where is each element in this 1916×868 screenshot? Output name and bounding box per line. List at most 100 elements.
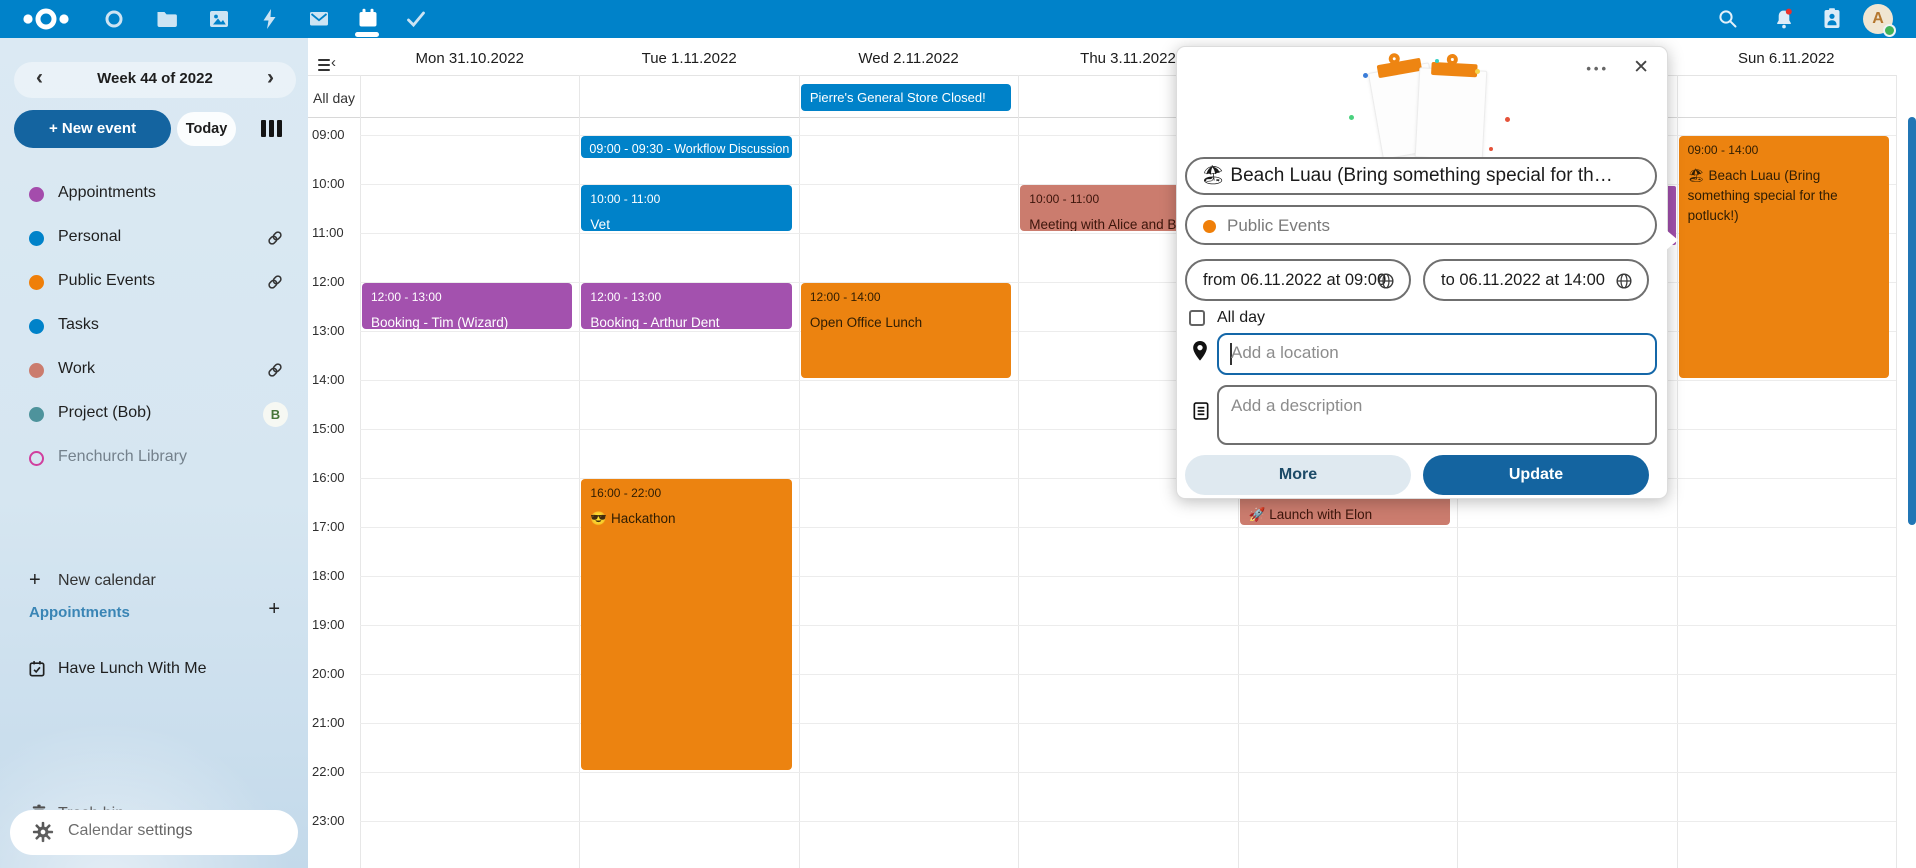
time-label: 16:00	[312, 470, 354, 485]
day-header[interactable]: Mon 31.10.2022	[360, 50, 579, 67]
sidebar-calendar-item[interactable]: Fenchurch Library	[0, 438, 308, 478]
shared-link-icon[interactable]	[266, 361, 284, 379]
end-datetime-field[interactable]: to 06.11.2022 at 14:00	[1423, 259, 1649, 301]
collapse-view-icon[interactable]: ‹	[318, 58, 344, 74]
popup-menu-icon[interactable]: •••	[1586, 61, 1609, 76]
add-appointment-icon[interactable]: +	[268, 598, 280, 621]
week-view-toggle-icon[interactable]	[261, 119, 287, 139]
event-title: 🏖 Beach Luau (Bring something special fo…	[1679, 157, 1889, 226]
calendar-settings-button[interactable]: Calendar settings	[10, 810, 298, 855]
checkbox-box[interactable]	[1189, 310, 1205, 326]
event-title: Vet	[581, 206, 791, 231]
time-label: 11:00	[312, 225, 354, 240]
calendar-event[interactable]: 10:00 - 11:00Vet	[581, 185, 791, 231]
appointment-calendar-icon	[27, 659, 47, 679]
all-day-label: All day	[313, 90, 355, 106]
calendar-event[interactable]: 16:00 - 22:00😎 Hackathon	[581, 479, 791, 770]
timezone-globe-icon[interactable]	[1376, 271, 1396, 291]
time-label: 22:00	[312, 764, 354, 779]
sidebar-calendar-item[interactable]: Work	[0, 350, 308, 390]
contacts-app-icon[interactable]	[102, 7, 126, 31]
calendar-event[interactable]: 09:00 - 14:00🏖 Beach Luau (Bring somethi…	[1679, 136, 1889, 378]
calendar-name: Appointments	[58, 184, 156, 202]
location-pin-icon	[1190, 339, 1210, 363]
nextcloud-calendar-app: A ‹ Week 44 of 2022 › + New event Today …	[0, 0, 1916, 868]
start-datetime-value: from 06.11.2022 at 09:00	[1203, 271, 1386, 289]
time-label: 10:00	[312, 176, 354, 191]
calendar-ring-icon	[29, 451, 44, 466]
search-icon[interactable]	[1716, 7, 1740, 31]
activity-app-icon[interactable]	[258, 7, 282, 31]
nextcloud-logo[interactable]	[16, 6, 76, 32]
calendar-event[interactable]: 12:00 - 13:00Booking - Arthur Dent	[581, 283, 791, 329]
time-label: 09:00	[312, 127, 354, 142]
hour-line	[360, 772, 1896, 773]
location-input[interactable]: Add a location	[1217, 333, 1657, 375]
calendar-event[interactable]: 12:00 - 13:00Booking - Tim (Wizard)	[362, 283, 572, 329]
all-day-checkbox[interactable]: All day	[1189, 309, 1389, 329]
week-navigation: ‹ Week 44 of 2022 ›	[14, 62, 296, 98]
calendar-color-dot	[1203, 220, 1216, 233]
time-label: 15:00	[312, 421, 354, 436]
contacts-menu-icon[interactable]	[1820, 7, 1844, 31]
calendar-app-icon[interactable]	[356, 7, 380, 31]
event-title: Open Office Lunch	[801, 304, 1011, 333]
today-button[interactable]: Today	[177, 112, 236, 146]
day-header[interactable]: Wed 2.11.2022	[799, 50, 1018, 67]
event-time: 12:00 - 13:00	[581, 283, 791, 304]
event-title-input[interactable]: 🏖 Beach Luau (Bring something special fo…	[1185, 157, 1657, 195]
calendar-name: Fenchurch Library	[58, 448, 187, 466]
notifications-bell-icon[interactable]	[1772, 7, 1796, 31]
user-avatar[interactable]: A	[1863, 4, 1893, 34]
time-label: 14:00	[312, 372, 354, 387]
time-label: 12:00	[312, 274, 354, 289]
shared-link-icon[interactable]	[266, 273, 284, 291]
calendar-color-dot	[29, 231, 44, 246]
top-bar: A	[0, 0, 1916, 38]
event-title: Booking - Arthur Dent	[581, 304, 791, 329]
next-week-button[interactable]: ›	[267, 66, 274, 90]
popup-arrow	[1665, 229, 1678, 251]
calendar-event[interactable]: 12:00 - 14:00Open Office Lunch	[801, 283, 1011, 378]
event-title: Booking - Tim (Wizard)	[362, 304, 572, 329]
new-event-button[interactable]: + New event	[14, 110, 171, 148]
photos-app-icon[interactable]	[207, 7, 231, 31]
day-header[interactable]: Sun 6.11.2022	[1677, 50, 1896, 67]
calendar-share-avatar: B	[263, 402, 288, 427]
close-icon[interactable]: ✕	[1633, 56, 1649, 79]
timezone-globe-icon[interactable]	[1614, 271, 1634, 291]
calendar-picker[interactable]: Public Events	[1185, 205, 1657, 245]
event-time: 16:00 - 22:00	[581, 479, 791, 500]
start-datetime-field[interactable]: from 06.11.2022 at 09:00	[1185, 259, 1411, 301]
event-time: 10:00 - 11:00	[581, 185, 791, 206]
time-label: 18:00	[312, 568, 354, 583]
mail-app-icon[interactable]	[307, 7, 331, 31]
time-label: 17:00	[312, 519, 354, 534]
event-editor-popup: ••• ✕ 🏖 Beach Luau (Bring something spec…	[1176, 46, 1668, 499]
files-app-icon[interactable]	[155, 7, 179, 31]
all-day-checkbox-label: All day	[1217, 309, 1265, 327]
update-button[interactable]: Update	[1423, 455, 1649, 495]
description-input[interactable]: Add a description	[1217, 385, 1657, 445]
hour-line	[360, 821, 1896, 822]
time-label: 21:00	[312, 715, 354, 730]
calendar-event[interactable]: 09:00 - 09:30 - Workflow Discussion	[581, 136, 791, 158]
active-app-indicator	[355, 32, 379, 37]
all-day-event[interactable]: Pierre's General Store Closed!	[801, 84, 1011, 111]
end-datetime-value: to 06.11.2022 at 14:00	[1441, 271, 1605, 289]
sidebar-calendar-item[interactable]: Project (Bob)B	[0, 394, 308, 434]
day-header[interactable]: Tue 1.11.2022	[579, 50, 798, 67]
calendar-name: Work	[58, 360, 95, 378]
sidebar-calendar-item[interactable]: Personal	[0, 218, 308, 258]
vertical-scrollbar[interactable]	[1908, 117, 1916, 525]
time-label: 23:00	[312, 813, 354, 828]
sidebar-calendar-item[interactable]: Tasks	[0, 306, 308, 346]
more-button[interactable]: More	[1185, 455, 1411, 495]
sidebar-calendar-item[interactable]: Public Events	[0, 262, 308, 302]
appointment-item[interactable]: Have Lunch With Me	[0, 650, 308, 690]
new-calendar-button[interactable]: + New calendar	[0, 562, 308, 602]
sidebar-calendar-item[interactable]: Appointments	[0, 174, 308, 214]
tasks-app-icon[interactable]	[404, 7, 428, 31]
shared-link-icon[interactable]	[266, 229, 284, 247]
calendar-picker-value: Public Events	[1227, 216, 1330, 236]
